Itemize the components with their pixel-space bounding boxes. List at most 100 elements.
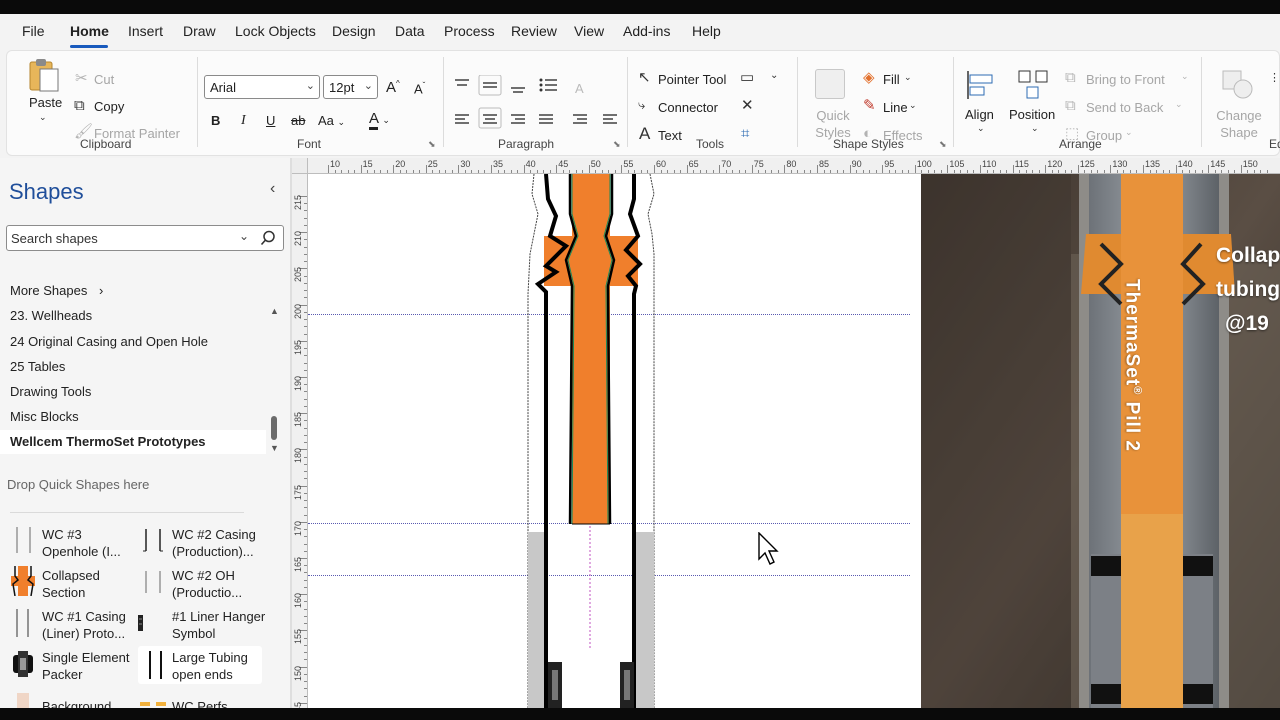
- stencil-tables[interactable]: 25 Tables: [10, 359, 65, 374]
- bold-button[interactable]: B: [211, 113, 220, 128]
- pointer-tool-button[interactable]: Pointer Tool: [658, 72, 726, 87]
- align-button[interactable]: Align ⌄: [963, 69, 1003, 141]
- stencil-wellheads[interactable]: 23. Wellheads: [10, 308, 92, 323]
- tab-view[interactable]: View: [574, 23, 604, 39]
- dialog-launcher-icon[interactable]: ⬊: [428, 139, 436, 150]
- ruler-tick: [1012, 165, 1014, 173]
- quick-styles-button[interactable]: Quick Styles: [811, 69, 851, 141]
- ruler-tick: [588, 165, 590, 173]
- position-button[interactable]: Position ⌄: [1007, 69, 1061, 141]
- ruler-tick: [432, 170, 434, 173]
- master-label: Collapsed Section: [42, 568, 100, 600]
- ruler-tick: [784, 165, 786, 173]
- text-tool-button[interactable]: Text: [658, 128, 682, 143]
- search-icon[interactable]: [260, 230, 276, 246]
- grow-font-button[interactable]: A^: [386, 79, 400, 96]
- shrink-font-button[interactable]: Aˇ: [414, 81, 425, 96]
- dialog-launcher-icon[interactable]: ⬊: [939, 139, 947, 150]
- font-family-select[interactable]: Arial ⌄: [204, 75, 320, 99]
- connection-point-icon[interactable]: ⌗: [741, 126, 749, 141]
- master-large-tubing[interactable]: Large Tubing open ends: [138, 646, 262, 684]
- line-button[interactable]: Line: [883, 100, 908, 115]
- ruler-tick: [1019, 170, 1021, 173]
- ruler-tick: [304, 673, 307, 675]
- ruler-label: 130: [1112, 159, 1128, 169]
- strikethrough-button[interactable]: ab: [291, 113, 305, 128]
- ruler-tick: [304, 384, 307, 386]
- tab-add-ins[interactable]: Add-ins: [623, 23, 670, 39]
- ruler-tick: [360, 165, 362, 173]
- master-label: #1 Liner Hanger Symbol: [172, 609, 266, 641]
- bring-to-front-button[interactable]: Bring to Front: [1086, 72, 1165, 87]
- chevron-down-icon: ⌄: [39, 112, 47, 122]
- font-size-select[interactable]: 12pt ⌄: [323, 75, 378, 99]
- cut-button[interactable]: Cut: [94, 72, 114, 87]
- ruler-tick: [771, 170, 773, 173]
- copy-button[interactable]: Copy: [94, 99, 124, 114]
- change-case-button[interactable]: Aa ⌄: [318, 113, 345, 128]
- ruler-tick: [1214, 170, 1216, 173]
- fill-button[interactable]: Fill: [883, 72, 900, 87]
- tab-process[interactable]: Process: [444, 23, 495, 39]
- rectangle-icon[interactable]: ▭: [740, 70, 754, 85]
- ruler-tick: [304, 362, 307, 364]
- ruler-tick: [386, 170, 388, 173]
- collapse-pane-icon[interactable]: ‹: [270, 180, 275, 198]
- ruler-tick: [1149, 170, 1151, 173]
- paste-button[interactable]: Paste ⌄: [25, 57, 62, 123]
- ruler-tick: [1084, 170, 1086, 173]
- ruler-tick: [304, 253, 307, 255]
- stencil-original-casing[interactable]: 24 Original Casing and Open Hole: [10, 334, 208, 349]
- italic-button[interactable]: I: [241, 113, 246, 129]
- ruler-tick: [1260, 170, 1262, 173]
- ruler-label: 105: [949, 159, 965, 169]
- drawing-canvas[interactable]: [308, 174, 921, 708]
- tools-group-label: Tools: [696, 137, 725, 151]
- close-icon[interactable]: ✕: [741, 98, 754, 113]
- ruler-tick: [575, 170, 577, 173]
- ruler-label: 175: [293, 484, 303, 500]
- ruler-tick: [530, 170, 532, 173]
- ruler-tick: [862, 170, 864, 173]
- connector-button[interactable]: Connector: [658, 100, 718, 115]
- ruler-tick: [836, 170, 838, 173]
- tab-draw[interactable]: Draw: [183, 23, 216, 39]
- chevron-down-icon[interactable]: ⌄: [239, 229, 249, 243]
- tab-insert[interactable]: Insert: [128, 23, 163, 39]
- font-color-button[interactable]: A ⌄: [369, 110, 390, 130]
- tab-home[interactable]: Home: [70, 23, 109, 39]
- ruler-label: 210: [293, 231, 303, 247]
- ruler-tick: [706, 170, 708, 173]
- change-shape-button[interactable]: Change Shape: [1209, 69, 1265, 141]
- tab-design[interactable]: Design: [332, 23, 376, 39]
- scroll-up-icon[interactable]: ▲: [270, 306, 279, 316]
- dialog-launcher-icon[interactable]: ⬊: [613, 139, 621, 150]
- more-shapes-menu[interactable]: More Shapes ›: [10, 283, 103, 298]
- ruler-tick: [1064, 170, 1066, 173]
- tab-help[interactable]: Help: [692, 23, 721, 39]
- tab-review[interactable]: Review: [511, 23, 557, 39]
- ruler-tick: [1097, 170, 1099, 173]
- tab-file[interactable]: File: [22, 23, 45, 39]
- search-shapes-field[interactable]: Search shapes ⌄: [6, 225, 284, 251]
- underline-button[interactable]: U: [266, 113, 275, 128]
- stencil-drawing-tools[interactable]: Drawing Tools: [10, 384, 91, 399]
- ruler-tick: [699, 170, 701, 173]
- send-to-back-button[interactable]: Send to Back: [1086, 100, 1163, 115]
- more-shapes-label: More Shapes: [10, 283, 88, 298]
- chevron-down-icon[interactable]: ⌄: [770, 71, 778, 81]
- more-icon[interactable]: ⋮: [1269, 73, 1280, 84]
- cement-left: [528, 532, 546, 708]
- ruler-tick: [901, 170, 903, 173]
- shapes-pane-title: Shapes: [9, 179, 84, 204]
- stencil-misc-blocks[interactable]: Misc Blocks: [10, 409, 79, 424]
- vertical-ruler: 215 210 205 200 195 190 185 180 175 170 165 160 155 1…: [292, 174, 308, 708]
- stencil-scrollbar-thumb[interactable]: [271, 416, 277, 440]
- scroll-down-icon[interactable]: ▼: [270, 443, 279, 453]
- menu-bar: File Home Insert Draw Lock Objects Desig…: [0, 14, 1280, 50]
- perfs-icon: [140, 702, 166, 706]
- stencil-wellcem-thermoset[interactable]: Wellcem ThermoSet Prototypes: [10, 434, 206, 449]
- tab-lock-objects[interactable]: Lock Objects: [235, 23, 316, 39]
- tab-data[interactable]: Data: [395, 23, 425, 39]
- horizontal-ruler: 10 15 20 25 30 35 40 45 50 55 60 65 70 75 80 85 90 95 100 1…: [308, 158, 1280, 174]
